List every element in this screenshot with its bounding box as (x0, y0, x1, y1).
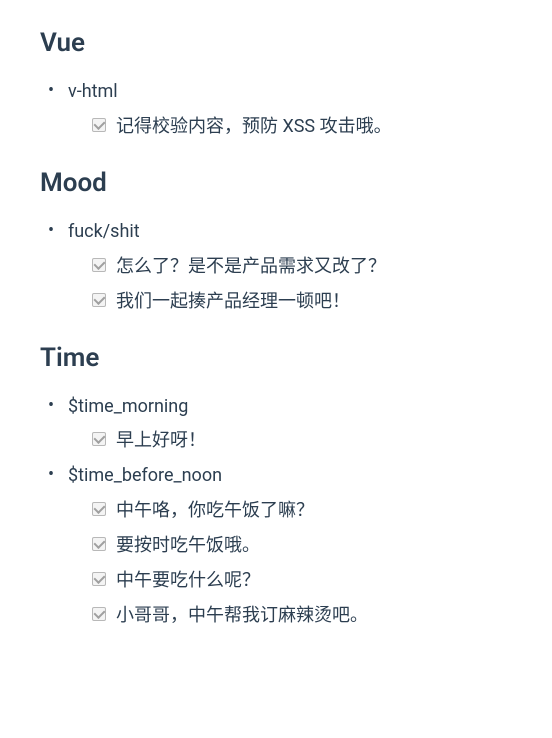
checkbox-list: 记得校验内容，预防 XSS 攻击哦。 (68, 113, 512, 140)
checkbox-label: 记得校验内容，预防 XSS 攻击哦。 (116, 113, 392, 140)
checkbox-label: 早上好呀！ (116, 427, 206, 454)
checkbox-label: 中午要吃什么呢？ (116, 567, 260, 594)
list-item-label: $time_morning (68, 396, 188, 417)
list-item-label: fuck/shit (68, 221, 140, 242)
checkbox-list: 中午咯，你吃午饭了嘛？ 要按时吃午饭哦。 中午要吃什么呢？ 小哥哥，中午帮我订麻… (68, 497, 512, 629)
list-item: $time_before_noon 中午咯，你吃午饭了嘛？ 要按时吃午饭哦。 中… (68, 462, 512, 629)
checkbox-item: 要按时吃午饭哦。 (92, 532, 512, 559)
checkbox-label: 小哥哥，中午帮我订麻辣烫吧。 (116, 602, 368, 629)
section-time: Time $time_morning 早上好呀！ $time_before_no… (40, 343, 512, 630)
checkbox-list: 早上好呀！ (68, 427, 512, 454)
checkbox-item: 记得校验内容，预防 XSS 攻击哦。 (92, 113, 512, 140)
checkbox-checked-icon[interactable] (92, 118, 106, 132)
list-item: v-html 记得校验内容，预防 XSS 攻击哦。 (68, 78, 512, 140)
bullet-list: v-html 记得校验内容，预防 XSS 攻击哦。 (40, 78, 512, 140)
checkbox-checked-icon[interactable] (92, 502, 106, 516)
checkbox-checked-icon[interactable] (92, 293, 106, 307)
checkbox-checked-icon[interactable] (92, 432, 106, 446)
checkbox-item: 我们一起揍产品经理一顿吧！ (92, 288, 512, 315)
list-item-label: v-html (68, 81, 118, 102)
checkbox-checked-icon[interactable] (92, 537, 106, 551)
section-heading: Mood (40, 168, 512, 198)
checkbox-checked-icon[interactable] (92, 258, 106, 272)
bullet-list: fuck/shit 怎么了？是不是产品需求又改了？ 我们一起揍产品经理一顿吧！ (40, 218, 512, 315)
checkbox-item: 中午要吃什么呢？ (92, 567, 512, 594)
list-item: fuck/shit 怎么了？是不是产品需求又改了？ 我们一起揍产品经理一顿吧！ (68, 218, 512, 315)
section-mood: Mood fuck/shit 怎么了？是不是产品需求又改了？ 我们一起揍产品经理… (40, 168, 512, 315)
checkbox-item: 中午咯，你吃午饭了嘛？ (92, 497, 512, 524)
checkbox-label: 怎么了？是不是产品需求又改了？ (116, 253, 386, 280)
section-heading: Vue (40, 28, 512, 58)
section-heading: Time (40, 343, 512, 373)
section-vue: Vue v-html 记得校验内容，预防 XSS 攻击哦。 (40, 28, 512, 140)
checkbox-item: 早上好呀！ (92, 427, 512, 454)
checkbox-list: 怎么了？是不是产品需求又改了？ 我们一起揍产品经理一顿吧！ (68, 253, 512, 315)
list-item-label: $time_before_noon (68, 465, 222, 486)
checkbox-label: 我们一起揍产品经理一顿吧！ (116, 288, 350, 315)
list-item: $time_morning 早上好呀！ (68, 393, 512, 455)
checkbox-item: 怎么了？是不是产品需求又改了？ (92, 253, 512, 280)
checkbox-item: 小哥哥，中午帮我订麻辣烫吧。 (92, 602, 512, 629)
checkbox-label: 要按时吃午饭哦。 (116, 532, 260, 559)
bullet-list: $time_morning 早上好呀！ $time_before_noon 中午… (40, 393, 512, 630)
checkbox-checked-icon[interactable] (92, 607, 106, 621)
checkbox-label: 中午咯，你吃午饭了嘛？ (116, 497, 314, 524)
checkbox-checked-icon[interactable] (92, 572, 106, 586)
